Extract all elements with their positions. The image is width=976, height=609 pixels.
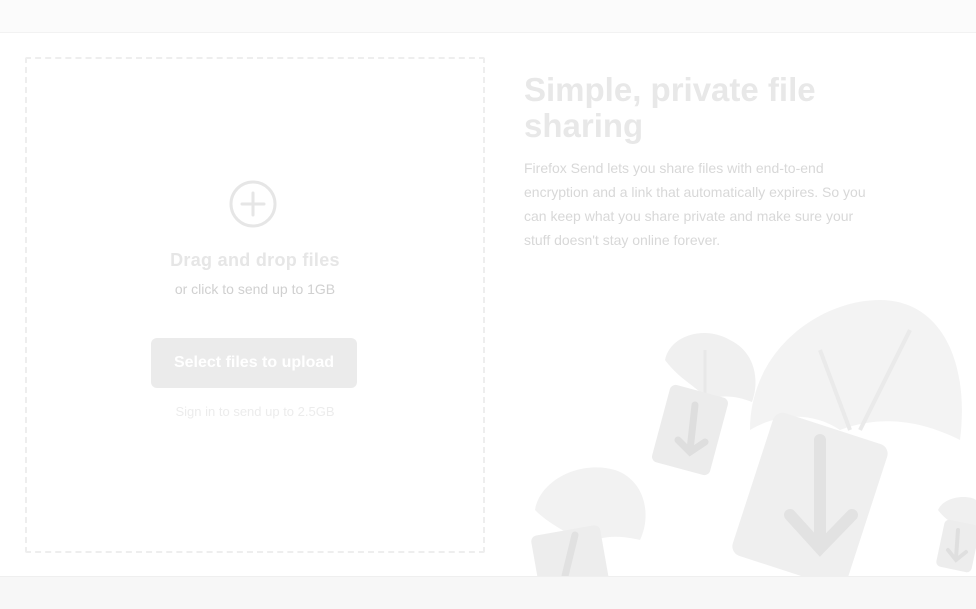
plus-circle-icon[interactable] — [229, 180, 277, 228]
top-bar — [0, 0, 976, 33]
footer-bar — [0, 576, 976, 609]
upload-dropzone[interactable] — [25, 57, 485, 553]
select-files-button[interactable]: Select files to upload — [151, 338, 357, 388]
hero-title: Simple, private file sharing — [524, 71, 816, 144]
hero-description: Firefox Send lets you share files with e… — [524, 160, 866, 248]
drop-title: Drag and drop files — [170, 250, 340, 270]
sign-in-note[interactable]: Sign in to send up to 2.5GB — [25, 404, 485, 419]
drop-subtitle: or click to send up to 1GB — [174, 281, 336, 297]
parachute-boxes-illustration — [531, 300, 976, 576]
